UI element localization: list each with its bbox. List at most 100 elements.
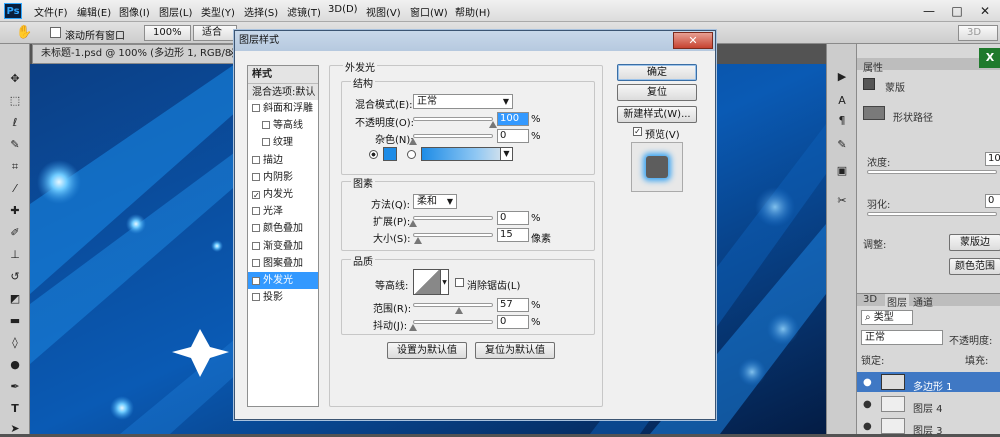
make-default-button[interactable]: 设置为默认值 — [387, 342, 467, 359]
style-item-checkbox[interactable] — [262, 138, 270, 147]
jitter-input[interactable]: 0 — [497, 315, 529, 329]
ok-button[interactable]: 确定 — [617, 64, 697, 81]
dodge-tool-icon[interactable]: ● — [7, 358, 23, 372]
menu-3d[interactable]: 3D(D) — [328, 4, 358, 15]
brush-tool-icon[interactable]: ✐ — [7, 226, 23, 240]
eyedropper-tool-icon[interactable]: ⁄ — [7, 182, 23, 196]
style-item-checkbox[interactable] — [252, 104, 260, 112]
visibility-eye-icon[interactable]: ● — [863, 377, 872, 388]
zoom-100-button[interactable]: 100% — [144, 25, 191, 41]
layer-name[interactable]: 图层 4 — [913, 400, 943, 415]
glow-color-swatch[interactable] — [383, 147, 397, 161]
clone-stamp-tool-icon[interactable]: ⊥ — [7, 248, 23, 262]
style-item-8[interactable]: 渐变叠加 — [248, 238, 318, 255]
style-item-checkbox[interactable] — [252, 172, 260, 181]
technique-select[interactable]: 柔和 ▼ — [413, 194, 457, 209]
layer-name[interactable]: 多边形 1 — [913, 378, 953, 393]
spread-slider-thumb[interactable] — [409, 220, 417, 227]
solid-color-radio[interactable] — [369, 150, 378, 159]
type-tool-icon[interactable]: T — [7, 402, 23, 416]
pen-tool-icon[interactable]: ✒ — [7, 380, 23, 394]
style-item-checkbox[interactable] — [252, 258, 260, 267]
opacity-slider-thumb[interactable] — [489, 121, 497, 128]
jitter-slider-thumb[interactable] — [409, 324, 417, 331]
jitter-slider[interactable] — [413, 320, 493, 324]
style-item-9[interactable]: 图案叠加 — [248, 255, 318, 272]
spread-input[interactable]: 0 — [497, 211, 529, 225]
brush-presets-icon[interactable]: ✎ — [834, 138, 850, 152]
style-item-4[interactable]: 内阴影 — [248, 169, 318, 186]
size-slider-thumb[interactable] — [413, 237, 422, 244]
style-item-checkbox[interactable] — [252, 155, 260, 164]
contour-picker[interactable] — [413, 269, 441, 295]
gradient-tool-icon[interactable]: ▬ — [7, 314, 23, 328]
history-panel-icon[interactable]: ▶ — [834, 70, 850, 84]
antialias-checkbox[interactable] — [455, 278, 464, 287]
tab-layers[interactable]: 图层 — [885, 294, 909, 309]
actions-panel-icon[interactable]: ▣ — [834, 164, 850, 178]
marquee-tool-icon[interactable]: ⬚ — [7, 94, 23, 108]
style-item-checkbox[interactable] — [262, 121, 270, 130]
tab-3d[interactable]: 3D — [863, 294, 877, 305]
reset-button[interactable]: 复位 — [617, 84, 697, 101]
style-item-6[interactable]: 光泽 — [248, 203, 318, 220]
healing-brush-tool-icon[interactable]: ✚ — [7, 204, 23, 218]
lasso-tool-icon[interactable]: ℓ — [7, 116, 23, 130]
style-item-checkbox[interactable] — [252, 293, 260, 302]
eraser-tool-icon[interactable]: ◩ — [7, 292, 23, 306]
layer-name[interactable]: 图层 3 — [913, 422, 943, 437]
visibility-eye-icon[interactable]: ● — [863, 421, 872, 432]
paragraph-panel-icon[interactable]: ¶ — [834, 114, 850, 128]
menu-edit[interactable]: 编辑(E) — [77, 4, 111, 19]
move-tool-icon[interactable]: ✥ — [7, 72, 23, 86]
style-item-2[interactable]: 纹理 — [248, 134, 318, 151]
tool-presets-icon[interactable]: ✂ — [834, 194, 850, 208]
minimize-button[interactable]: — — [916, 2, 942, 20]
character-panel-icon[interactable]: A — [834, 94, 850, 108]
menu-window[interactable]: 窗口(W) — [410, 4, 448, 19]
size-input[interactable]: 15 — [497, 228, 529, 242]
blur-tool-icon[interactable]: ◊ — [7, 336, 23, 350]
tab-properties[interactable]: 属性 — [863, 59, 883, 74]
menu-type[interactable]: 类型(Y) — [201, 4, 235, 19]
density-input[interactable]: 100 — [985, 152, 1000, 166]
close-window-button[interactable]: ✕ — [972, 2, 998, 20]
dialog-title[interactable]: 图层样式 — [235, 31, 715, 51]
menu-layer[interactable]: 图层(L) — [159, 4, 192, 19]
range-slider[interactable] — [413, 303, 493, 307]
layer-kind-filter[interactable]: ⌕ 类型 — [861, 310, 913, 325]
density-slider[interactable] — [867, 170, 997, 174]
crop-tool-icon[interactable]: ⌗ — [7, 160, 23, 174]
new-style-button[interactable]: 新建样式(W)... — [617, 106, 697, 123]
style-item-5[interactable]: ✓ 内发光 — [248, 186, 318, 203]
fit-screen-button[interactable]: 适合屏 — [193, 25, 237, 41]
gradient-radio[interactable] — [407, 150, 416, 159]
quick-select-tool-icon[interactable]: ✎ — [7, 138, 23, 152]
glow-gradient-picker[interactable]: ▼ — [421, 147, 513, 161]
menu-filter[interactable]: 滤镜(T) — [287, 4, 321, 19]
document-tab[interactable]: 未标题-1.psd @ 100% (多边形 1, RGB/8) * × — [32, 44, 242, 77]
style-item-7[interactable]: 颜色叠加 — [248, 220, 318, 237]
scroll-all-checkbox[interactable] — [50, 27, 61, 38]
styles-header[interactable]: 样式 — [248, 66, 318, 83]
style-item-11[interactable]: 投影 — [248, 289, 318, 306]
range-input[interactable]: 57 — [497, 298, 529, 312]
style-item-10[interactable]: ✓ 外发光 — [248, 272, 318, 289]
noise-slider[interactable] — [413, 134, 493, 138]
menu-file[interactable]: 文件(F) — [34, 4, 68, 19]
chevron-down-icon[interactable]: ▼ — [441, 269, 449, 295]
history-brush-tool-icon[interactable]: ↺ — [7, 270, 23, 284]
style-item-checkbox[interactable] — [252, 224, 260, 233]
opacity-slider[interactable] — [413, 117, 493, 121]
menu-select[interactable]: 选择(S) — [244, 4, 278, 19]
3d-workspace-button[interactable]: 3D — [958, 25, 998, 41]
spread-slider[interactable] — [413, 216, 493, 220]
layer-blend-mode-select[interactable]: 正常 — [861, 330, 943, 345]
style-item-3[interactable]: 描边 — [248, 152, 318, 169]
hand-tool-icon[interactable]: ✋ — [16, 25, 32, 41]
style-item-checkbox[interactable]: ✓ — [252, 277, 260, 286]
range-slider-thumb[interactable] — [454, 307, 463, 314]
color-range-button[interactable]: 颜色范围 — [949, 258, 1000, 275]
style-item-checkbox[interactable] — [252, 207, 260, 216]
feather-input[interactable]: 0 — [985, 194, 1000, 208]
